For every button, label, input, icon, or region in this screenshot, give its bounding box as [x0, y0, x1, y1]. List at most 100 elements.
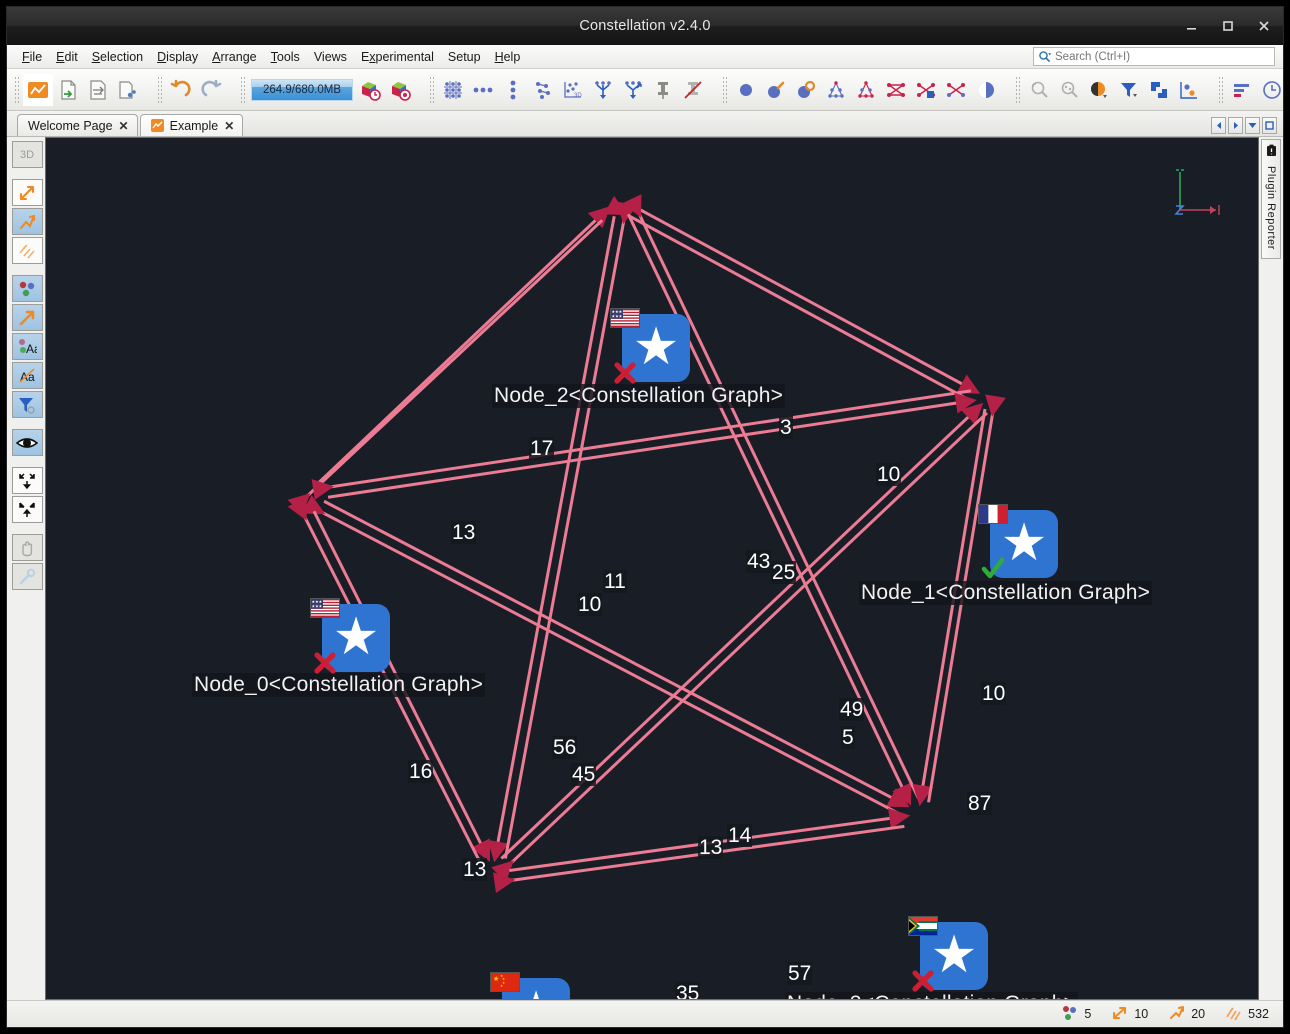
- svg-text:★★★: ★★★: [612, 314, 623, 319]
- chart-icon[interactable]: [1174, 74, 1204, 106]
- toolbar-grip[interactable]: [1218, 75, 1225, 104]
- draw-links-button[interactable]: [11, 237, 43, 264]
- toggle-visibility-button[interactable]: [11, 429, 43, 456]
- merge-nodes-icon[interactable]: [941, 74, 971, 106]
- memory-gauge[interactable]: 264.9/680.0MB: [251, 78, 353, 101]
- pin-icon[interactable]: [648, 74, 678, 106]
- show-connection-labels-button[interactable]: Aa: [11, 362, 43, 389]
- graph-canvas[interactable]: ★ ★★★ ★★★ Node_2<Constellation Graph> ★ …: [45, 137, 1259, 1000]
- minimize-icon[interactable]: [1183, 17, 1201, 35]
- zoom-out-icon[interactable]: [1024, 74, 1054, 106]
- menu-tools[interactable]: Tools: [264, 47, 307, 67]
- menu-edit[interactable]: Edit: [49, 47, 85, 67]
- toolbar-grip[interactable]: [1015, 75, 1022, 104]
- filter-icon[interactable]: [1114, 74, 1144, 106]
- cluster-blue-icon[interactable]: [821, 74, 851, 106]
- star-icon: ★: [332, 608, 380, 666]
- close-icon[interactable]: ✕: [119, 119, 129, 133]
- graph-node-node_3[interactable]: ★: [908, 916, 988, 992]
- layers-icon[interactable]: [1144, 74, 1174, 106]
- menu-display[interactable]: Display: [150, 47, 205, 67]
- menu-arrange[interactable]: Arrange: [205, 47, 263, 67]
- redo-icon[interactable]: [196, 74, 226, 106]
- toolbar-group-history: [154, 71, 229, 109]
- copy-graph-icon[interactable]: [113, 74, 143, 106]
- scroll-right-icon[interactable]: [1228, 117, 1243, 134]
- plugin-reporter-label: Plugin Reporter: [1265, 166, 1277, 250]
- star-icon: ★: [632, 318, 680, 376]
- node-select-icon[interactable]: [731, 74, 761, 106]
- toolbar-grip[interactable]: [14, 75, 21, 104]
- workspace: 3D Aa Aa: [7, 137, 1283, 1000]
- node-loop-icon[interactable]: [791, 74, 821, 106]
- new-graph-icon[interactable]: [23, 73, 53, 106]
- status-transactions: 10: [1111, 1005, 1148, 1024]
- menu-selection[interactable]: Selection: [85, 47, 150, 67]
- menu-file[interactable]: FFileile: [15, 47, 49, 67]
- menu-setup[interactable]: Setup: [441, 47, 488, 67]
- pan-tool-button[interactable]: [11, 534, 43, 561]
- blaze-icon[interactable]: [1084, 74, 1114, 106]
- search-box[interactable]: [1033, 47, 1275, 66]
- contract-graph-icon[interactable]: [881, 74, 911, 106]
- show-connections-button[interactable]: [11, 304, 43, 331]
- shrink-to-fit-button[interactable]: [11, 467, 43, 494]
- graph-node-node_4[interactable]: ★ ★★★★★: [490, 972, 570, 999]
- arrange-horizontal-icon[interactable]: [468, 74, 498, 106]
- menu-experimental[interactable]: Experimental: [354, 47, 441, 67]
- main-toolbar: 264.9/680.0MB 3D: [7, 69, 1283, 111]
- gc-record-icon[interactable]: [385, 74, 415, 106]
- maximize-icon[interactable]: [1219, 17, 1237, 35]
- draw-direct-connections-button[interactable]: [11, 179, 43, 206]
- arrange-scatter-3d-icon[interactable]: [528, 74, 558, 106]
- arrange-vertical-icon[interactable]: [498, 74, 528, 106]
- arrange-in-3d-icon[interactable]: 3D: [558, 74, 588, 106]
- close-icon[interactable]: [1255, 17, 1273, 35]
- select-tool-button[interactable]: [11, 563, 43, 590]
- draw-transactions-button[interactable]: [11, 208, 43, 235]
- scroll-left-icon[interactable]: [1211, 117, 1226, 134]
- edge-label: 25: [771, 561, 797, 584]
- nodes-icon: [1061, 1005, 1078, 1024]
- blaze-contrast-icon[interactable]: [971, 74, 1001, 106]
- graph-node-node_2[interactable]: ★ ★★★ ★★★: [610, 308, 690, 384]
- toolbar-grip[interactable]: [429, 75, 436, 104]
- toolbar-grip[interactable]: [722, 75, 729, 104]
- show-node-labels-button[interactable]: Aa: [11, 333, 43, 360]
- plugin-reporter-panel[interactable]: Plugin Reporter: [1261, 139, 1281, 259]
- arrange-tree-down-icon[interactable]: [618, 74, 648, 106]
- tab-list-icon[interactable]: [1245, 117, 1260, 134]
- menu-help[interactable]: Help: [488, 47, 528, 67]
- graph-node-node_1[interactable]: ★: [978, 504, 1058, 579]
- tab-welcome-page[interactable]: Welcome Page ✕: [17, 114, 138, 136]
- toolbar-grip[interactable]: [157, 75, 164, 104]
- toolbar-grip[interactable]: [240, 75, 247, 104]
- zoom-selection-icon[interactable]: [1054, 74, 1084, 106]
- arrange-grid-icon[interactable]: [438, 74, 468, 106]
- cluster-red-icon[interactable]: [851, 74, 881, 106]
- unpin-icon[interactable]: [678, 74, 708, 106]
- report-icon[interactable]: [1227, 74, 1257, 106]
- gc-clock-icon[interactable]: [355, 74, 385, 106]
- graph-node-node_0[interactable]: ★ ★★★ ★★★: [310, 598, 390, 674]
- application-window: Constellation v2.4.0 FFileile Edit Selec…: [6, 6, 1284, 1028]
- close-icon[interactable]: ✕: [224, 119, 234, 133]
- save-graph-icon[interactable]: [83, 74, 113, 106]
- tab-example[interactable]: Example ✕: [139, 114, 244, 136]
- show-blazes-button[interactable]: [11, 391, 43, 418]
- menu-views[interactable]: Views: [307, 47, 354, 67]
- edge-label: 57: [787, 962, 813, 985]
- right-dock: Plugin Reporter: [1259, 137, 1283, 1000]
- flag-china-icon: ★ ★ ★ ★ ★: [490, 972, 520, 992]
- maximize-tab-icon[interactable]: [1262, 117, 1277, 134]
- history-clock-icon[interactable]: [1257, 74, 1287, 106]
- open-graph-icon[interactable]: [53, 74, 83, 106]
- expand-graph-icon[interactable]: [911, 74, 941, 106]
- arrange-tree-up-icon[interactable]: [588, 74, 618, 106]
- expand-from-fit-button[interactable]: [11, 496, 43, 523]
- show-nodes-button[interactable]: [11, 275, 43, 302]
- toggle-3d-mode-button[interactable]: 3D: [11, 141, 43, 168]
- search-input[interactable]: [1055, 50, 1270, 63]
- undo-icon[interactable]: [166, 74, 196, 106]
- node-link-icon[interactable]: [761, 74, 791, 106]
